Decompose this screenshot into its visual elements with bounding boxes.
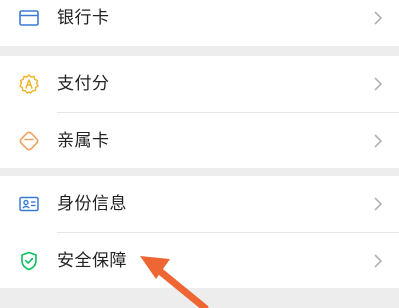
chevron-right-icon	[374, 197, 383, 211]
menu-item-security[interactable]: 安全保障	[0, 233, 399, 288]
id-card-icon	[19, 196, 39, 212]
chevron-right-icon	[374, 134, 383, 148]
menu-item-identity[interactable]: 身份信息	[0, 176, 399, 232]
chevron-right-icon	[374, 254, 383, 268]
menu-item-credit-score[interactable]: 支付分	[0, 56, 399, 112]
menu-item-label: 身份信息	[57, 194, 127, 214]
menu-item-label: 银行卡	[57, 8, 110, 28]
menu-item-family-card[interactable]: 亲属卡	[0, 113, 399, 168]
credit-score-icon	[19, 74, 39, 94]
shield-icon	[21, 251, 37, 271]
menu-item-label: 亲属卡	[57, 131, 110, 151]
family-card-icon	[19, 131, 39, 151]
menu-group-pay: 支付分 亲属卡	[0, 56, 399, 168]
menu-item-bank-card[interactable]: 银行卡	[0, 0, 399, 46]
chevron-right-icon	[374, 11, 383, 25]
menu-item-label: 支付分	[57, 74, 110, 94]
wallet-menu-page: 银行卡 支付分 亲属卡 身份信息 安全保障	[0, 0, 399, 308]
menu-group-security: 身份信息 安全保障	[0, 176, 399, 288]
card-icon	[19, 10, 39, 26]
chevron-right-icon	[374, 77, 383, 91]
menu-group-bank: 银行卡	[0, 0, 399, 46]
menu-item-label: 安全保障	[57, 251, 127, 271]
